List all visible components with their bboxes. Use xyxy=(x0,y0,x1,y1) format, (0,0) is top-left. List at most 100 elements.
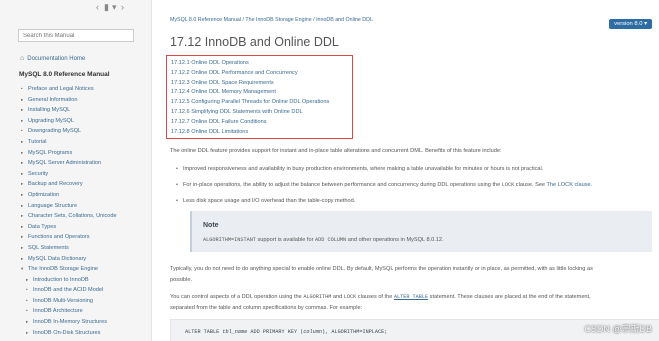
expand-arrow-icon[interactable]: ▸ xyxy=(21,190,27,201)
benefit-item: • For in-place operations, the ability to… xyxy=(176,182,592,188)
dropdown-icon[interactable]: ▾ xyxy=(112,2,117,13)
expand-arrow-icon[interactable]: ▸ xyxy=(21,137,27,148)
sidebar-item-label: InnoDB On-Disk Structures xyxy=(33,329,101,336)
sidebar-item-label: MySQL Data Dictionary xyxy=(28,255,87,262)
inline-code: LOCK xyxy=(501,182,515,188)
expanded-arrow-icon[interactable]: ▾ xyxy=(21,264,27,275)
documentation-home-link[interactable]: ⌂ Documentation Home xyxy=(20,55,85,62)
expand-arrow-icon[interactable]: ▸ xyxy=(21,158,27,169)
chevron-right-icon[interactable]: › xyxy=(121,2,124,13)
inline-code: ALGORITHM=INSTANT xyxy=(203,237,256,243)
toc-link[interactable]: 17.12.5 Configuring Parallel Threads for… xyxy=(171,98,352,108)
watermark: CSDN @宗斯DB xyxy=(584,324,652,334)
sidebar-item-label: Backup and Recovery xyxy=(28,181,83,188)
sidebar-item-label: Functions and Operators xyxy=(28,234,90,241)
intro-paragraph: The online DDL feature provides support … xyxy=(170,148,502,154)
breadcrumb-manual-link[interactable]: MySQL 8.0 Reference Manual xyxy=(170,17,241,23)
expand-arrow-icon[interactable]: ▸ xyxy=(21,95,27,106)
paragraph: separated from the table and column spec… xyxy=(170,305,363,311)
note-text: support is available for xyxy=(255,237,315,243)
expand-arrow-icon[interactable]: ▸ xyxy=(21,105,27,116)
note-box: Note ALGORITHM=INSTANT support is availa… xyxy=(190,211,652,252)
note-text: and other operations in MySQL 8.0.12. xyxy=(346,237,444,243)
page-title: 17.12 InnoDB and Online DDL xyxy=(170,35,339,49)
documentation-home-label: Documentation Home xyxy=(27,56,86,62)
benefit-text: Improved responsiveness and availability… xyxy=(182,166,544,172)
expand-arrow-icon[interactable]: ▸ xyxy=(21,211,27,222)
home-icon: ⌂ xyxy=(20,55,25,62)
expand-arrow-icon[interactable]: ▸ xyxy=(21,222,27,233)
expand-arrow-icon[interactable]: ▸ xyxy=(26,328,32,339)
expand-arrow-icon[interactable]: ▸ xyxy=(26,275,32,286)
breadcrumb: MySQL 8.0 Reference Manual / The InnoDB … xyxy=(170,17,373,23)
section-toc: 17.12.1 Online DDL Operations 17.12.2 Onl… xyxy=(166,55,353,139)
inline-code: ALGORITHM xyxy=(303,294,332,300)
inline-code: ALTER TABLE xyxy=(393,294,429,300)
expand-arrow-icon[interactable]: ▸ xyxy=(21,148,27,159)
toc-link[interactable]: 17.12.8 Online DDL Limitations xyxy=(171,128,352,138)
sidebar-item-label: MySQL Programs xyxy=(28,149,73,156)
sidebar-item-label: Upgrading MySQL xyxy=(28,117,75,124)
sidebar-item-label: InnoDB and the ACID Model xyxy=(33,287,104,294)
main-content: MySQL 8.0 Reference Manual / The InnoDB … xyxy=(153,0,659,341)
paragraph-text: and xyxy=(331,294,344,300)
expand-arrow-icon[interactable]: ▸ xyxy=(26,317,32,328)
code-placeholder: tbl_name xyxy=(222,329,248,335)
paragraph-text: You can control aspects of a DDL operati… xyxy=(170,294,304,300)
sidebar-item-label: Tutorial xyxy=(28,138,47,145)
benefit-item: • Less disk space usage and I/O overhead … xyxy=(176,198,355,204)
sidebar-item-label: InnoDB Architecture xyxy=(33,308,83,315)
sidebar-item-label: SQL Statements xyxy=(28,244,69,251)
version-select[interactable]: version 8.0 ▾ xyxy=(609,19,652,29)
expand-arrow-icon[interactable]: ▸ xyxy=(21,232,27,243)
expand-arrow-icon[interactable]: ▸ xyxy=(21,201,27,212)
sidebar-item-label: InnoDB In-Memory Structures xyxy=(33,319,107,326)
paragraph: possible. xyxy=(170,277,193,283)
chevron-down-icon: ▾ xyxy=(644,21,647,27)
bullet-icon: • xyxy=(26,287,28,293)
code-line: ALTER TABLE tbl_name ADD PRIMARY KEY (co… xyxy=(185,329,387,335)
bullet-icon: • xyxy=(21,128,23,134)
expand-arrow-icon[interactable]: ▸ xyxy=(21,179,27,190)
search-input[interactable] xyxy=(18,29,134,42)
breadcrumb-current: InnoDB and Online DDL xyxy=(316,17,373,23)
sidebar: ‹ ▮ ▾ › ⌂Documentation Home MySQL 8.0 Re… xyxy=(0,0,152,341)
bullet-icon: • xyxy=(176,182,178,188)
bullet-icon: • xyxy=(26,308,28,314)
sidebar-item-label: The InnoDB Storage Engine xyxy=(28,266,98,273)
toc-link[interactable]: 17.12.6 Simplifying DDL Statements with … xyxy=(171,108,352,118)
sidebar-item-label: Preface and Legal Notices xyxy=(28,86,94,92)
sidebar-item-label: Data Types xyxy=(28,223,57,230)
inline-code: LOCK xyxy=(343,294,357,300)
code-keyword: ADD PRIMARY KEY ( xyxy=(247,329,304,335)
expand-arrow-icon[interactable]: ▸ xyxy=(21,116,27,127)
bullet-icon: • xyxy=(21,86,23,91)
lock-clause-link[interactable]: The LOCK clause xyxy=(547,182,591,188)
sidebar-item-label: InnoDB Multi-Versioning xyxy=(33,297,94,304)
toc-link[interactable]: 17.12.4 Online DDL Memory Management xyxy=(171,88,352,98)
sidebar-item-label: Security xyxy=(28,170,49,177)
toc-link[interactable]: 17.12.7 Online DDL Failure Conditions xyxy=(171,118,352,128)
sidebar-item-label: Character Sets, Collations, Unicode xyxy=(28,213,117,220)
sidebar-item-label: Introduction to InnoDB xyxy=(33,276,89,283)
note-title: Note xyxy=(203,222,219,229)
expand-arrow-icon[interactable]: ▸ xyxy=(21,169,27,180)
note-body: ALGORITHM=INSTANT support is available f… xyxy=(203,237,444,243)
expand-arrow-icon[interactable]: ▸ xyxy=(21,243,27,254)
chevron-left-icon[interactable]: ‹ xyxy=(96,2,99,13)
book-icon[interactable]: ▮ xyxy=(104,2,109,13)
expand-arrow-icon[interactable]: ▸ xyxy=(21,254,27,265)
bullet-icon: • xyxy=(176,198,178,204)
paragraph: You can control aspects of a DDL operati… xyxy=(170,294,591,300)
benefit-text: . xyxy=(590,182,593,188)
toc-link[interactable]: 17.12.2 Online DDL Performance and Concu… xyxy=(171,69,352,79)
sidebar-item-label: Downgrading MySQL xyxy=(28,128,82,135)
breadcrumb-innodb-link[interactable]: The InnoDB Storage Engine xyxy=(245,17,311,23)
code-keyword: ALTER TABLE xyxy=(185,329,223,335)
sidebar-item-label: Optimization xyxy=(28,191,60,198)
toc-link[interactable]: 17.12.1 Online DDL Operations xyxy=(171,59,352,69)
version-label: version 8.0 xyxy=(614,21,643,27)
alter-table-link[interactable]: ALTER TABLE xyxy=(394,294,428,300)
toc-link[interactable]: 17.12.3 Online DDL Space Requirements xyxy=(171,79,352,89)
bullet-icon: • xyxy=(26,297,28,303)
